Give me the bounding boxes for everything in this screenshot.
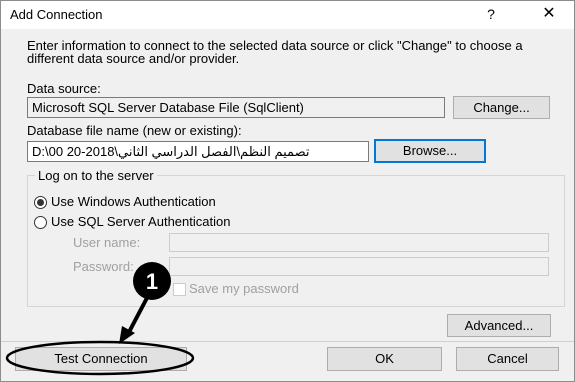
highlight-ellipse [5,340,195,376]
annotation-arrow-shaft [126,295,150,335]
step-number: 1 [146,269,158,294]
annotation-overlay: 1 [5,262,195,376]
